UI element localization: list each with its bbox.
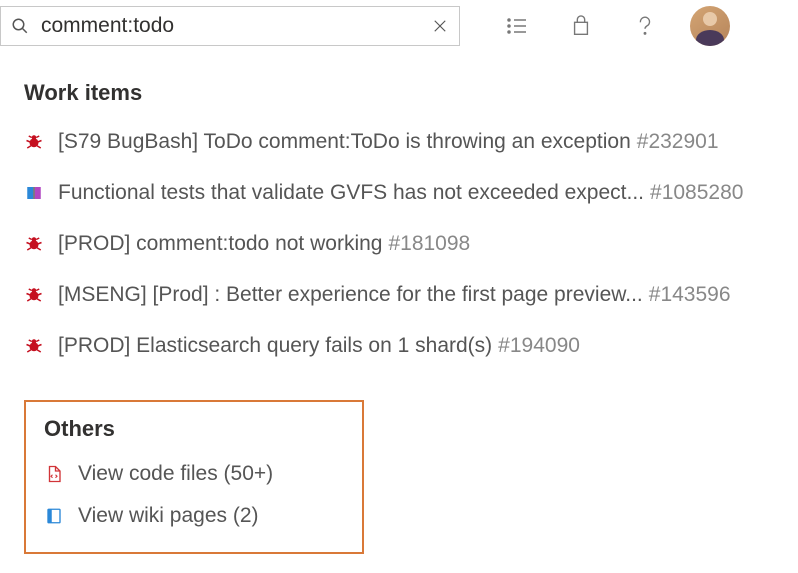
work-item-text: Functional tests that validate GVFS has … <box>58 181 644 205</box>
work-item-id: #1085280 <box>650 181 743 205</box>
work-item-id: #194090 <box>498 334 580 358</box>
others-list: View code files (50+) View wiki pages (2… <box>44 456 346 534</box>
list-icon[interactable] <box>504 13 530 39</box>
search-input[interactable] <box>41 14 431 38</box>
code-file-icon <box>44 464 64 484</box>
search-box[interactable] <box>0 6 460 46</box>
work-item[interactable]: [MSENG] [Prod] : Better experience for t… <box>24 277 774 313</box>
work-item-text: [MSENG] [Prod] : Better experience for t… <box>58 283 643 307</box>
work-items-list: [S79 BugBash] ToDo comment:ToDo is throw… <box>24 124 774 364</box>
shopping-bag-icon[interactable] <box>568 13 594 39</box>
bug-icon <box>24 336 44 356</box>
header-bar <box>0 0 798 52</box>
others-section: Others View code files (50+) <box>24 400 364 554</box>
work-item[interactable]: [PROD] Elasticsearch query fails on 1 sh… <box>24 328 774 364</box>
work-item-text: [S79 BugBash] ToDo comment:ToDo is throw… <box>58 130 631 154</box>
user-avatar[interactable] <box>690 6 730 46</box>
work-item[interactable]: [S79 BugBash] ToDo comment:ToDo is throw… <box>24 124 774 160</box>
others-item-label: View code files (50+) <box>78 462 273 486</box>
search-icon <box>11 17 29 35</box>
work-item-text: [PROD] Elasticsearch query fails on 1 sh… <box>58 334 492 358</box>
work-item-text: [PROD] comment:todo not working <box>58 232 382 256</box>
bug-icon <box>24 234 44 254</box>
others-item-wiki[interactable]: View wiki pages (2) <box>44 498 346 534</box>
bug-icon <box>24 285 44 305</box>
work-item[interactable]: Functional tests that validate GVFS has … <box>24 175 774 211</box>
wiki-icon <box>44 506 64 526</box>
work-item-id: #232901 <box>637 130 719 154</box>
content-area: Work items [S79 BugBash] ToDo comment:To… <box>0 52 798 554</box>
work-item-id: #143596 <box>649 283 731 307</box>
help-icon[interactable] <box>632 13 658 39</box>
work-item-id: #181098 <box>388 232 470 256</box>
work-item[interactable]: [PROD] comment:todo not working #181098 <box>24 226 774 262</box>
clear-search-button[interactable] <box>431 17 449 35</box>
others-item-code[interactable]: View code files (50+) <box>44 456 346 492</box>
toolbar-icons <box>504 13 658 39</box>
bug-icon <box>24 132 44 152</box>
others-title: Others <box>44 416 346 442</box>
others-item-label: View wiki pages (2) <box>78 504 259 528</box>
book-icon <box>24 183 44 203</box>
work-items-title: Work items <box>24 80 774 106</box>
